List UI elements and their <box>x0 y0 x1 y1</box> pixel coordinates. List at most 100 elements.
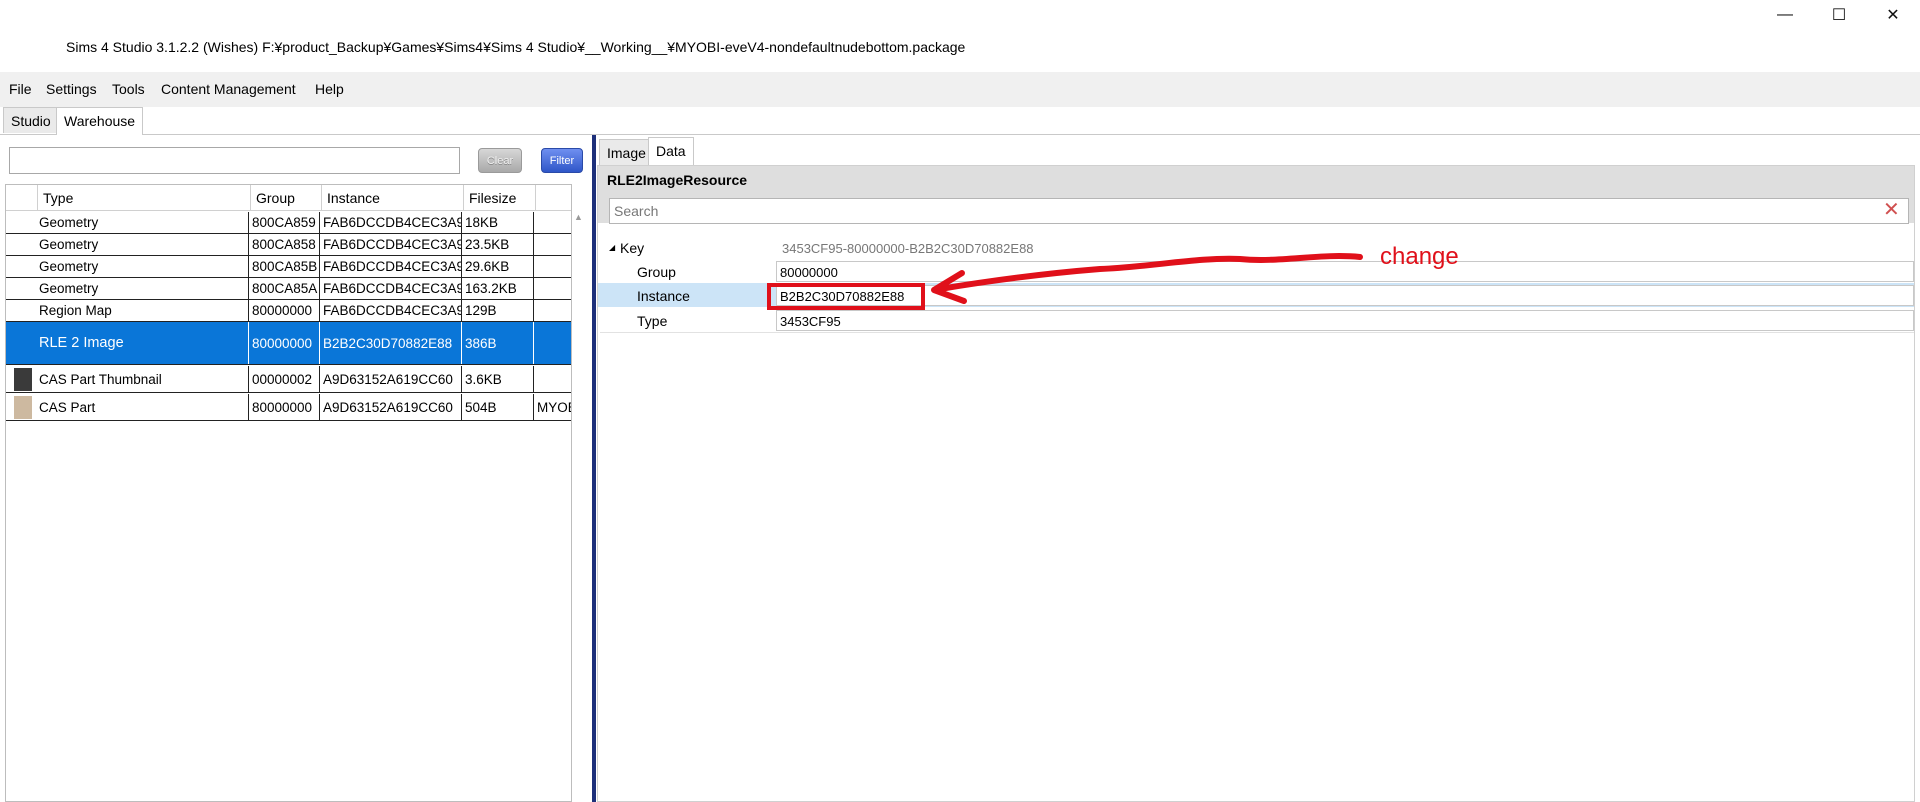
search-clear-icon[interactable]: ✕ <box>1883 200 1900 220</box>
cell-group: 800CA859 <box>249 212 320 233</box>
cell-instance: A9D63152A619CC60 <box>320 394 462 420</box>
type-label: Type <box>637 313 668 329</box>
cell-extra <box>534 300 571 321</box>
row-thumbnail <box>14 368 32 391</box>
maximize-button[interactable]: ☐ <box>1816 0 1862 30</box>
cell-type: Geometry <box>36 234 249 255</box>
grid-header-instance[interactable]: Instance <box>322 185 464 211</box>
annotation-label: change <box>1380 243 1459 270</box>
grid-header-extra[interactable] <box>536 185 571 211</box>
cell-filesize: 18KB <box>462 212 534 233</box>
grid-header-type[interactable]: Type <box>38 185 251 211</box>
cell-instance: FAB6DCCDB4CEC3A9 <box>320 234 462 255</box>
cell-filesize: 163.2KB <box>462 278 534 299</box>
cell-extra <box>534 256 571 277</box>
table-row[interactable]: Geometry 800CA859 FAB6DCCDB4CEC3A9 18KB <box>6 212 571 234</box>
cell-filesize: 23.5KB <box>462 234 534 255</box>
row-thumbnail <box>14 214 32 232</box>
clear-button[interactable]: Clear <box>478 148 522 173</box>
search-placeholder: Search <box>614 203 659 219</box>
table-row[interactable]: Region Map 80000000 FAB6DCCDB4CEC3A9 129B <box>6 300 571 322</box>
tab-data[interactable]: Data <box>648 137 694 165</box>
annotation-arrow <box>931 253 1363 304</box>
cell-extra: MYOB <box>537 399 571 415</box>
menu-content-management[interactable]: Content Management <box>161 72 296 107</box>
row-thumbnail <box>14 302 32 320</box>
instance-label: Instance <box>637 288 690 304</box>
tab-image[interactable]: Image <box>599 139 654 165</box>
minimize-icon: — <box>1777 6 1793 23</box>
key-label: Key <box>620 240 645 256</box>
menu-help[interactable]: Help <box>315 72 344 107</box>
filter-input[interactable] <box>9 147 460 174</box>
grid-header-group[interactable]: Group <box>251 185 322 211</box>
tab-warehouse[interactable]: Warehouse <box>56 107 144 135</box>
window-title: Sims 4 Studio 3.1.2.2 (Wishes) F:¥produc… <box>66 39 966 55</box>
cell-extra <box>534 212 571 233</box>
collapse-key-icon[interactable]: ◢ <box>609 243 615 252</box>
row-thumbnail <box>14 280 32 298</box>
cell-extra <box>534 278 571 299</box>
cell-filesize: 386B <box>462 322 534 364</box>
main-tab-strip: Studio Warehouse <box>0 107 1920 135</box>
maximize-icon: ☐ <box>1831 7 1847 24</box>
cell-filesize: 504B <box>462 394 534 420</box>
row-thumbnail <box>14 396 32 419</box>
grid-header-filesize[interactable]: Filesize <box>464 185 536 211</box>
cell-group: 80000000 <box>249 300 320 321</box>
table-row[interactable]: Geometry 800CA85A FAB6DCCDB4CEC3A9 163.2KB <box>6 278 571 300</box>
row-thumbnail <box>14 324 32 363</box>
cell-group: 80000000 <box>249 394 320 420</box>
menu-tools[interactable]: Tools <box>112 72 145 107</box>
cell-instance: FAB6DCCDB4CEC3A9 <box>320 256 462 277</box>
table-row[interactable]: Geometry 800CA858 FAB6DCCDB4CEC3A9 23.5KB <box>6 234 571 256</box>
cell-group: 800CA85A <box>249 278 320 299</box>
close-button[interactable]: ✕ <box>1870 0 1916 30</box>
cell-type: CAS Part Thumbnail <box>36 366 249 392</box>
menu-settings[interactable]: Settings <box>46 72 97 107</box>
cell-instance: FAB6DCCDB4CEC3A9 <box>320 212 462 233</box>
property-search-input[interactable] <box>609 198 1909 224</box>
property-grid-divider <box>600 332 1914 333</box>
filter-button[interactable]: Filter <box>541 148 583 173</box>
type-field[interactable] <box>776 310 1914 331</box>
scroll-up-icon[interactable]: ▲ <box>574 212 583 222</box>
table-row[interactable]: CAS Part Thumbnail 00000002 A9D63152A619CC… <box>6 366 571 393</box>
cell-group: 00000002 <box>249 366 320 392</box>
group-value: 80000000 <box>780 265 838 280</box>
right-tab-strip: Image Data <box>596 136 1920 165</box>
cell-extra <box>534 366 571 392</box>
cell-filesize: 29.6KB <box>462 256 534 277</box>
cell-type: Geometry <box>36 278 249 299</box>
cell-instance: FAB6DCCDB4CEC3A9 <box>320 278 462 299</box>
cell-instance: FAB6DCCDB4CEC3A9 <box>320 300 462 321</box>
group-label: Group <box>637 264 676 280</box>
type-value: 3453CF95 <box>780 314 841 329</box>
pane-splitter[interactable] <box>592 135 596 802</box>
tab-studio[interactable]: Studio <box>3 107 59 133</box>
cell-type: Geometry <box>36 212 249 233</box>
close-icon: ✕ <box>1886 7 1900 24</box>
cell-group: 800CA858 <box>249 234 320 255</box>
cell-group: 800CA85B <box>249 256 320 277</box>
table-row[interactable]: CAS Part80000000A9D63152A619CC60504BMYOB <box>6 394 571 421</box>
menu-file[interactable]: File <box>9 72 32 107</box>
table-row[interactable]: Geometry 800CA85B FAB6DCCDB4CEC3A9 29.6KB <box>6 256 571 278</box>
grid-header-thumb <box>6 185 38 211</box>
cell-group: 80000000 <box>249 322 320 364</box>
cell-type: Geometry <box>36 256 249 277</box>
row-thumbnail <box>14 258 32 276</box>
cell-extra <box>534 322 571 364</box>
table-row[interactable]: RLE 2 Image 80000000 B2B2C30D70882E88 386B <box>6 322 571 365</box>
row-thumbnail <box>14 236 32 254</box>
resource-title: RLE2ImageResource <box>607 172 748 188</box>
cell-instance: B2B2C30D70882E88 <box>320 322 462 364</box>
cell-instance: A9D63152A619CC60 <box>320 366 462 392</box>
cell-extra <box>534 234 571 255</box>
cell-filesize: 129B <box>462 300 534 321</box>
title-bar: Sims 4 Studio 3.1.2.2 (Wishes) F:¥produc… <box>0 0 1920 72</box>
cell-filesize: 3.6KB <box>462 366 534 392</box>
menu-bar: File Settings Tools Content Management H… <box>0 72 1920 107</box>
minimize-button[interactable]: — <box>1762 0 1808 30</box>
cell-type: RLE 2 Image <box>36 322 249 364</box>
